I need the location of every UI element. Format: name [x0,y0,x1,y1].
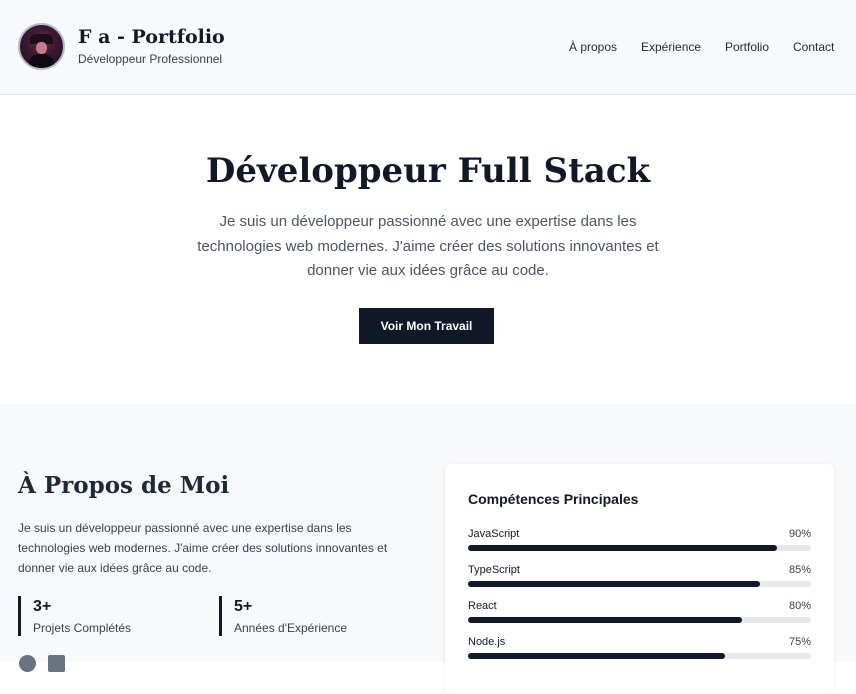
skill-percent: 85% [788,564,811,576]
skill-name: TypeScript [468,564,520,576]
skill-bar-fill [468,545,777,551]
about-text: Je suis un développeur passionné avec un… [18,521,388,575]
stat-projects-value: 3+ [33,598,52,615]
skill-bar-track [468,581,811,587]
skill-nodejs: Node.js 75% [468,636,811,660]
skills-title: Compétences Principales [468,491,639,507]
skill-percent: 90% [788,528,811,540]
skill-percent: 80% [788,600,811,612]
skill-bar-track [468,545,811,551]
linkedin-icon[interactable] [48,655,65,672]
nav-link-contact[interactable]: Contact [793,40,834,54]
skill-bar-fill [468,581,760,587]
skill-bar-fill [468,653,726,659]
skill-javascript: JavaScript 90% [468,528,811,552]
skill-percent: 75% [788,636,811,648]
stat-projects: 3+ Projets Complétés [18,596,131,636]
skill-name: Node.js [468,636,506,648]
nav-link-experience[interactable]: Expérience [641,40,701,54]
hero-text: Je suis un développeur passionné avec un… [197,213,659,279]
stat-projects-label: Projets Complétés [33,621,132,635]
view-work-button[interactable]: Voir Mon Travail [359,308,494,344]
skill-typescript: TypeScript 85% [468,564,811,588]
site-header: F a - Portfolio Développeur Professionne… [0,0,856,95]
skill-name: React [468,600,497,612]
avatar-body [29,54,54,68]
github-icon[interactable] [19,655,36,672]
skill-name: JavaScript [468,528,520,540]
stat-experience: 5+ Années d'Expérience [219,596,347,636]
nav-link-about[interactable]: À propos [569,40,617,54]
hero-title: Développeur Full Stack [205,151,651,191]
main-nav: À propos Expérience Portfolio Contact [0,40,856,56]
nav-link-portfolio[interactable]: Portfolio [725,40,769,54]
about-title: À Propos de Moi [18,472,230,499]
stat-experience-value: 5+ [234,598,253,615]
skill-bar-track [468,653,811,659]
stat-experience-label: Années d'Expérience [234,621,348,635]
skill-bar-track [468,617,811,623]
skill-react: React 80% [468,600,811,624]
skills-card: Compétences Principales JavaScript 90% T… [445,464,834,694]
skill-bar-fill [468,617,743,623]
